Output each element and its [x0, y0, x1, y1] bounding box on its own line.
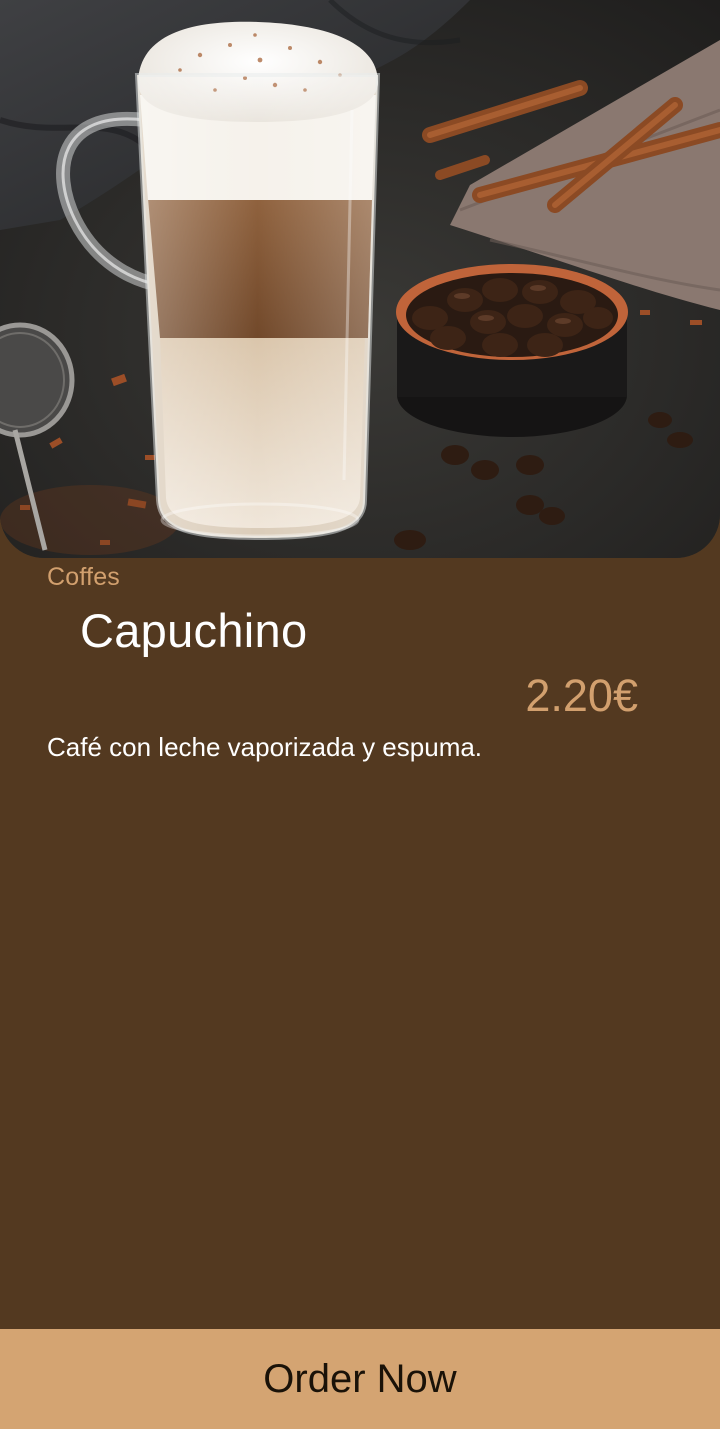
product-name: Capuchino: [80, 604, 308, 657]
product-image: [0, 0, 720, 558]
product-price: 2.20€: [525, 670, 638, 721]
product-description: Café con leche vaporizada y espuma.: [47, 732, 483, 762]
product-category: Coffes: [47, 563, 121, 591]
order-now-button[interactable]: Order Now: [0, 1329, 720, 1429]
